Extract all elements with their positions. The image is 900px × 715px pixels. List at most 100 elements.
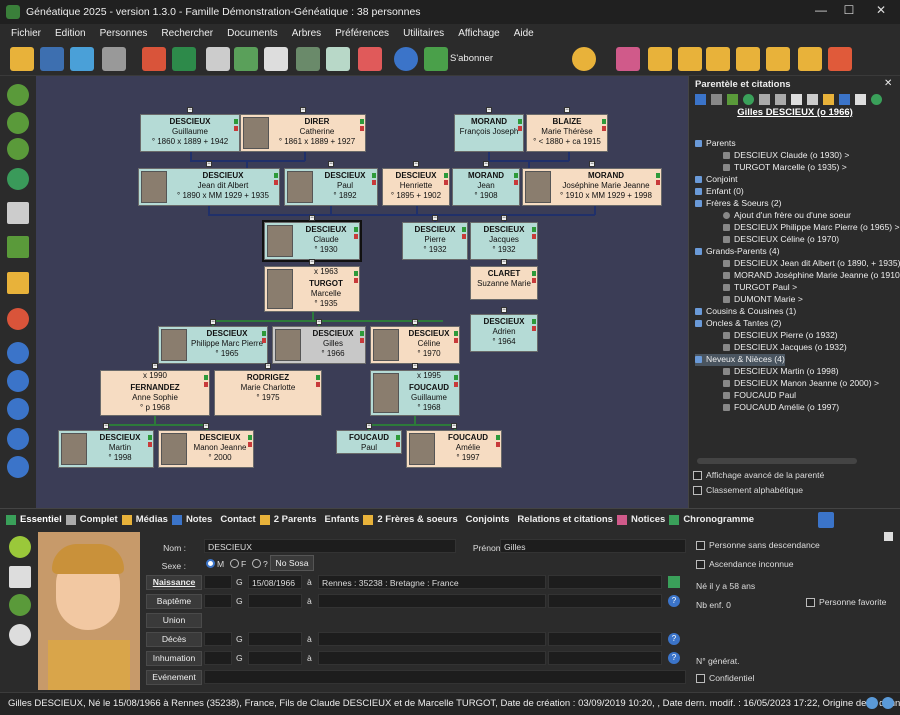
person-card-jos-phine-marie-jeanne[interactable]: MORAND Joséphine Marie Jeanne ° 1910 x MM … [522,168,662,206]
kinship-item[interactable]: DESCIEUX Manon Jeanne (o 2000) > [723,378,879,390]
kinship-item[interactable]: Enfant (0) [695,186,744,198]
tree-icon[interactable] [7,236,29,258]
zoom-in-icon[interactable] [7,456,29,478]
deces-extra-input[interactable] [548,632,662,646]
option-confidentiel[interactable]: Confidentiel [696,673,754,684]
open-folder-icon[interactable] [10,47,34,71]
birth-calendar-type[interactable]: G [236,577,243,587]
person-card-fran-ois-joseph[interactable]: MORAND François Joseph [454,114,524,152]
undo-icon[interactable] [142,47,166,71]
tab-relations[interactable]: Relations et citations [517,514,613,525]
collapse-toggle[interactable]: − [564,107,570,113]
inhumation-extra-input[interactable] [548,651,662,665]
sex-unknown-radio[interactable] [252,559,261,568]
document-icon[interactable] [264,47,288,71]
kinship-item[interactable]: DESCIEUX Philippe Marc Pierre (o 1965) > [723,222,900,234]
inhumation-place-input[interactable] [318,651,546,665]
person-card-gilles[interactable]: DESCIEUX Gilles ° 1966 [272,326,366,364]
save-icon[interactable] [40,47,64,71]
kinship-item[interactable]: DESCIEUX Pierre (o 1932) [723,330,838,342]
kinship-item[interactable]: DESCIEUX Jean dit Albert (o 1890, + 1935… [723,258,900,270]
person-card-claude[interactable]: DESCIEUX Claude ° 1930 [262,220,362,262]
zoom-out-icon[interactable] [7,428,29,450]
person-card-pierre[interactable]: DESCIEUX Pierre ° 1932 [402,222,468,260]
menu-arbres[interactable]: Arbres [292,28,321,39]
menu-personnes[interactable]: Personnes [100,28,148,39]
birth-date-modifier[interactable] [204,575,232,589]
person-view-icon[interactable] [695,94,706,105]
kinship-item[interactable]: Cousins & Cousines (1) [695,306,796,318]
person-card-marie-charlotte[interactable]: RODRIGEZ Marie Charlotte ° 1975 [214,370,322,416]
tab-enfants[interactable]: Enfants [325,514,360,525]
validate-icon[interactable] [9,536,31,558]
kinship-item[interactable]: DESCIEUX Martin (o 1998) [723,366,839,378]
corner-icon[interactable] [884,532,893,541]
map-icon[interactable] [668,576,680,588]
family-view-icon[interactable] [727,94,738,105]
collapse-toggle[interactable]: − [316,319,322,325]
collapse-toggle[interactable]: − [432,215,438,221]
inhumation-calendar-type[interactable]: G [236,653,243,663]
collapse-toggle[interactable]: − [501,215,507,221]
person-photo[interactable] [38,532,140,690]
bapteme-help-icon[interactable]: ? [668,595,680,607]
generation-1-icon[interactable] [7,84,29,106]
subscribe-button[interactable]: S'abonner [450,53,493,64]
export-icon[interactable] [70,47,94,71]
zoom-one-icon[interactable] [7,342,29,364]
collapse-toggle[interactable]: − [206,161,212,167]
collapse-toggle[interactable]: − [412,319,418,325]
menu-aide[interactable]: Aide [514,28,534,39]
family-icon[interactable] [7,168,29,190]
evenement-input[interactable] [204,670,686,684]
bapteme-date-input[interactable] [248,594,302,608]
minimize-button[interactable]: — [806,3,836,21]
kinship-item[interactable]: Parents [695,138,736,150]
checkbox[interactable] [693,471,702,481]
option-sans-descendance[interactable]: Personne sans descendance [696,540,820,551]
menu-fichier[interactable]: Fichier [11,28,41,39]
add-parent-icon[interactable] [648,47,672,71]
collapse-toggle[interactable]: − [486,107,492,113]
grid-icon[interactable] [358,47,382,71]
inhumation-date-input[interactable] [248,651,302,665]
person-card-suzanne-marie[interactable]: CLARET Suzanne Marie [470,266,538,300]
menu-documents[interactable]: Documents [227,28,278,39]
deces-modifier[interactable] [204,632,232,646]
event-union-button[interactable]: Union [146,613,202,628]
kinship-item[interactable]: FOUCAUD Paul [723,390,796,402]
collapse-toggle[interactable]: − [366,423,372,429]
kinship-item[interactable]: FOUCAUD Amélie (o 1997) [723,402,839,414]
checkbox[interactable] [696,560,705,570]
collapse-toggle[interactable]: − [589,161,595,167]
add-child-icon[interactable] [678,47,702,71]
person-card-jacques[interactable]: DESCIEUX Jacques ° 1932 [470,222,538,260]
bapteme-place-input[interactable] [318,594,546,608]
event-bapteme-button[interactable]: Baptême [146,594,202,609]
person-card-marcelle[interactable]: x 1963 TURGOT Marcelle ° 1935 [264,266,360,312]
person-card-am-lie[interactable]: FOUCAUD Amélie ° 1997 [406,430,502,468]
zoom-fit-icon[interactable] [7,370,29,392]
deces-help-icon[interactable]: ? [668,633,680,645]
generation-2-icon[interactable] [7,112,29,134]
person-card-jean[interactable]: MORAND Jean ° 1908 [452,168,520,206]
status-globe-icon[interactable] [866,697,878,709]
menu-utilitaires[interactable]: Utilitaires [403,28,444,39]
bapteme-extra-input[interactable] [548,594,662,608]
maximize-button[interactable]: ☐ [834,3,864,21]
relation-icon[interactable] [616,47,640,71]
tree-canvas[interactable]: DESCIEUX Guillaume ° 1860 x 1889 + 1942− DI… [36,76,688,508]
tab-parents[interactable]: 2 Parents [274,514,317,525]
collapse-toggle[interactable]: − [152,363,158,369]
folder-icon[interactable] [823,94,834,105]
kinship-item[interactable]: Grands-Parents (4) [695,246,780,258]
collapse-toggle[interactable]: − [187,107,193,113]
checkbox[interactable] [696,541,705,551]
kinship-item[interactable]: DESCIEUX Claude (o 1930) > [723,150,849,162]
collapse-toggle[interactable]: − [203,423,209,429]
person-card-paul[interactable]: FOUCAUD Paul [336,430,402,454]
collapse-toggle[interactable]: − [309,215,315,221]
tab-complet[interactable]: Complet [80,514,118,525]
search-icon[interactable] [711,94,722,105]
person-card-marie-th-r-se[interactable]: BLAIZE Marie Thérèse ° < 1880 + ca 1915 [526,114,608,152]
